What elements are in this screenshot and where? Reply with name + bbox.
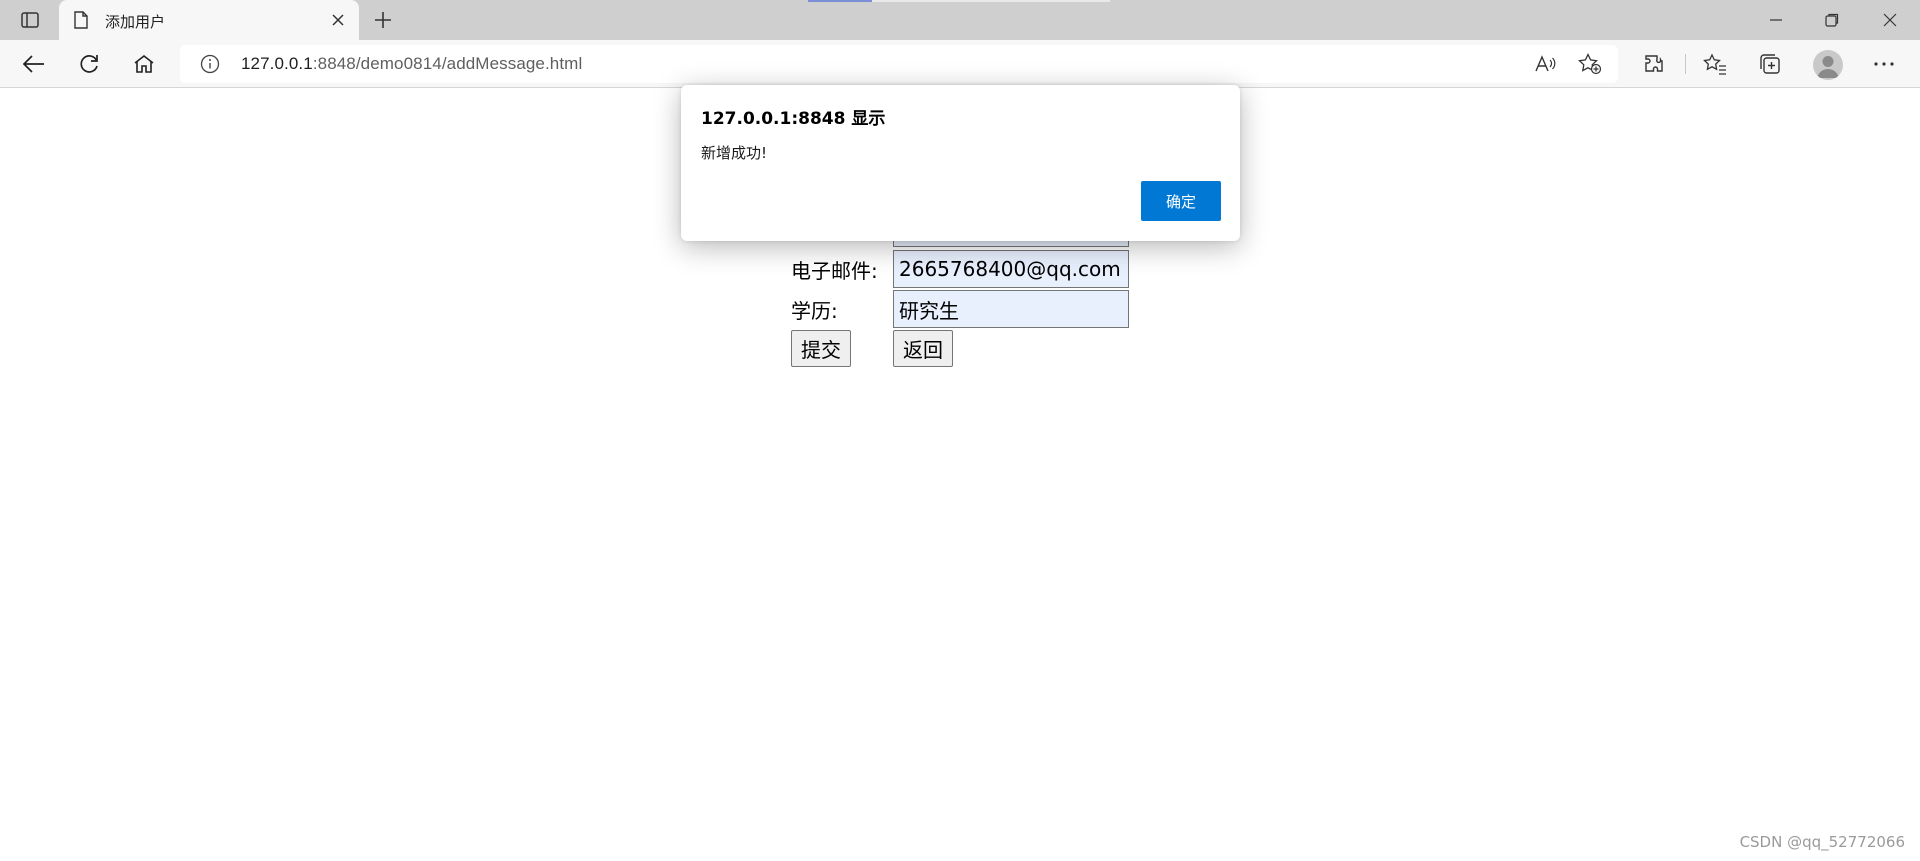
toolbar-divider	[1685, 54, 1686, 74]
tab-actions-icon[interactable]	[14, 8, 46, 32]
education-row: 学历:	[791, 290, 1129, 328]
favorites-icon[interactable]	[1697, 48, 1733, 80]
new-tab-icon[interactable]	[368, 6, 398, 34]
email-label: 电子邮件:	[791, 258, 878, 283]
email-row: 电子邮件:	[791, 250, 1129, 288]
page-icon	[73, 11, 89, 34]
minimize-icon[interactable]	[1748, 0, 1804, 40]
watermark-text: CSDN @qq_52772066	[1739, 833, 1905, 851]
read-aloud-icon[interactable]	[1532, 52, 1558, 76]
profile-avatar[interactable]	[1813, 50, 1843, 80]
url-text[interactable]: 127.0.0.1:8848/demo0814/addMessage.html	[241, 54, 582, 74]
url-path: :8848/demo0814/addMessage.html	[312, 54, 583, 73]
add-favorite-icon[interactable]	[1577, 52, 1603, 76]
site-info-icon[interactable]	[200, 54, 220, 79]
more-options-icon[interactable]	[1866, 48, 1902, 80]
home-icon[interactable]	[126, 48, 162, 80]
tab-title: 添加用户	[105, 13, 166, 31]
email-input[interactable]	[893, 250, 1129, 288]
dialog-title: 127.0.0.1:8848 显示	[701, 109, 886, 129]
education-input[interactable]	[893, 290, 1129, 328]
dialog-message: 新增成功!	[701, 144, 768, 162]
tab-add-user[interactable]: 添加用户	[59, 0, 359, 40]
collections-icon[interactable]	[1752, 48, 1788, 80]
back-button[interactable]: 返回	[893, 330, 953, 367]
extensions-icon[interactable]	[1636, 48, 1672, 80]
submit-button[interactable]: 提交	[791, 330, 851, 367]
restore-icon[interactable]	[1804, 0, 1860, 40]
ok-button[interactable]: 确定	[1141, 181, 1221, 221]
back-arrow-icon[interactable]	[16, 48, 52, 80]
close-icon[interactable]	[327, 9, 349, 31]
tab-bar: 添加用户	[0, 0, 1920, 40]
window-edge-strip	[872, 0, 1110, 2]
window-close-icon[interactable]	[1862, 0, 1918, 40]
url-host: 127.0.0.1	[241, 54, 313, 73]
alert-dialog: 127.0.0.1:8848 显示 新增成功! 确定	[681, 85, 1240, 241]
refresh-icon[interactable]	[71, 48, 107, 80]
browser-toolbar: 127.0.0.1:8848/demo0814/addMessage.html	[0, 40, 1920, 88]
education-label: 学历:	[791, 298, 838, 323]
window-edge-highlight	[808, 0, 872, 2]
address-bar[interactable]: 127.0.0.1:8848/demo0814/addMessage.html	[180, 45, 1618, 83]
